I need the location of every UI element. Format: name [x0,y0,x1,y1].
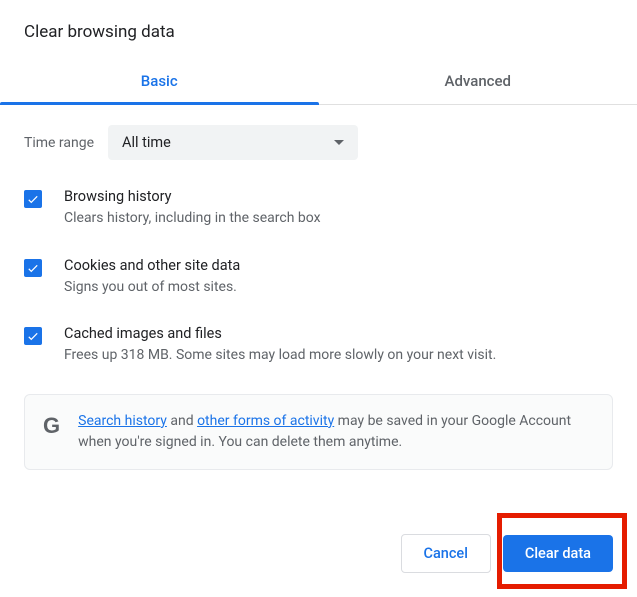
clear-data-button[interactable]: Clear data [503,535,613,572]
time-range-row: Time range All time [24,125,613,160]
dialog-footer: Cancel Clear data [401,534,614,573]
time-range-value: All time [122,134,171,151]
search-history-link[interactable]: Search history [78,413,167,429]
tab-bar: Basic Advanced [0,60,637,105]
option-title: Cookies and other site data [64,257,613,274]
option-subtitle: Clears history, including in the search … [64,209,613,229]
checkbox-browsing-history[interactable] [24,190,42,208]
other-activity-link[interactable]: other forms of activity [197,413,334,429]
option-title: Browsing history [64,188,613,205]
time-range-label: Time range [24,135,94,151]
option-subtitle: Frees up 318 MB. Some sites may load mor… [64,346,613,366]
option-title: Cached images and files [64,325,613,342]
option-subtitle: Signs you out of most sites. [64,278,613,298]
info-text: Search history and other forms of activi… [78,411,594,453]
clear-browsing-data-dialog: Clear browsing data Basic Advanced Time … [0,0,637,470]
checkbox-cookies[interactable] [24,259,42,277]
tab-advanced[interactable]: Advanced [319,60,637,104]
checkbox-cache[interactable] [24,327,42,345]
chevron-down-icon [334,140,344,145]
google-icon: G [43,415,60,437]
google-account-info: G Search history and other forms of acti… [24,394,613,470]
tab-basic[interactable]: Basic [0,60,319,104]
dialog-title: Clear browsing data [0,0,637,60]
time-range-select[interactable]: All time [108,125,358,160]
check-icon [26,192,40,206]
cancel-button[interactable]: Cancel [401,534,491,573]
option-cache: Cached images and files Frees up 318 MB.… [24,325,613,366]
option-browsing-history: Browsing history Clears history, includi… [24,188,613,229]
check-icon [26,329,40,343]
option-cookies: Cookies and other site data Signs you ou… [24,257,613,298]
check-icon [26,261,40,275]
